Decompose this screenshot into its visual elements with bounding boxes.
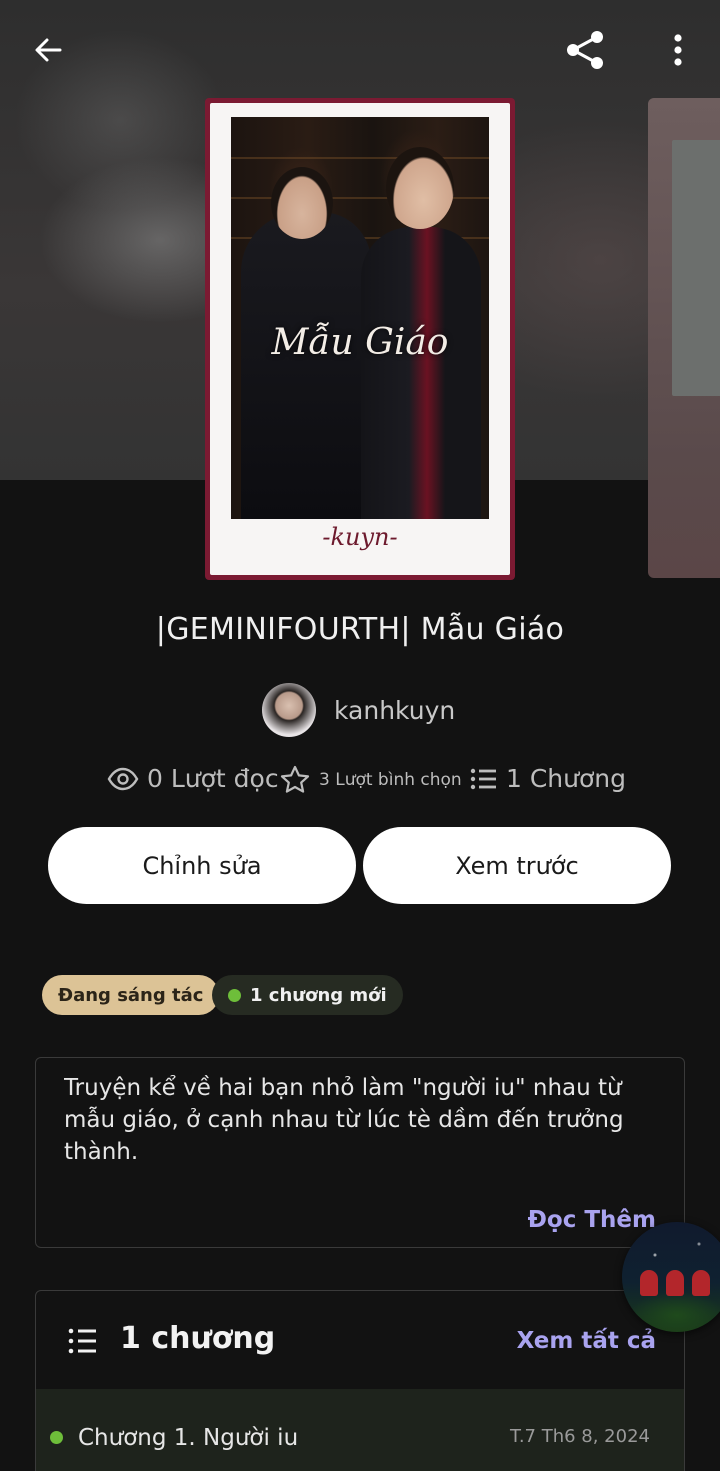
part-date: T.7 Th6 8, 2024 [509, 1426, 650, 1447]
description-text: Truyện kể về hai bạn nhỏ làm "người iu" … [64, 1075, 624, 1165]
story-title: |GEMINIFOURTH| Mẫu Giáo [155, 612, 565, 647]
reads-stat: 0 Lượt đọc [107, 764, 279, 793]
reads-count: 0 Lượt đọc [147, 764, 279, 793]
share-button[interactable] [560, 24, 612, 76]
share-icon [567, 31, 603, 69]
list-icon [470, 768, 496, 789]
part-title: Chương 1. Người iu [78, 1425, 299, 1451]
next-story-cover-peek[interactable] [648, 98, 720, 578]
list-icon [68, 1328, 96, 1354]
avatar[interactable] [262, 683, 316, 737]
new-parts-label: 1 chương mới [250, 984, 387, 1006]
cover-figure-right [361, 227, 481, 519]
status-badge: Đang sáng tác [42, 975, 220, 1015]
edit-button[interactable]: Chỉnh sửa [48, 827, 356, 904]
cover-figure-left [241, 212, 371, 519]
votes-stat: 3 Lượt bình chọn [279, 764, 462, 796]
toc-header: 1 chương Xem tất cả [36, 1291, 684, 1389]
status-badge-label: Đang sáng tác [58, 984, 204, 1006]
eye-icon [107, 767, 139, 790]
cover-figure-left-head [271, 167, 333, 239]
more-options-button[interactable] [652, 24, 704, 76]
new-parts-badge: 1 chương mới [212, 975, 403, 1015]
new-indicator-dot [228, 988, 241, 1002]
back-button[interactable] [22, 24, 74, 76]
cover-photo: Mẫu Giáo [231, 117, 489, 519]
cover-title-art: Mẫu Giáo [271, 322, 449, 363]
see-all-link[interactable]: Xem tất cả [517, 1328, 656, 1354]
story-stats: 0 Lượt đọc 3 Lượt bình chọn 1 Chương [0, 764, 720, 804]
parts-stat: 1 Chương [470, 764, 626, 793]
star-icon [280, 765, 310, 793]
story-cover[interactable]: Mẫu Giáo -kuyn- [205, 98, 515, 580]
toc-count: 1 chương [120, 1321, 276, 1356]
preview-button[interactable]: Xem trước [363, 827, 671, 904]
parts-count: 1 Chương [506, 764, 627, 793]
cover-figure-right-head [386, 147, 454, 229]
cover-author-art: -kuyn- [322, 523, 398, 551]
author-link[interactable]: kanhkuyn [262, 683, 455, 737]
table-of-contents: 1 chương Xem tất cả Chương 1. Người iu T… [35, 1290, 685, 1471]
votes-count: 3 Lượt bình chọn [319, 770, 462, 790]
list-item[interactable]: Chương 1. Người iu T.7 Th6 8, 2024 [36, 1389, 684, 1471]
author-name[interactable]: kanhkuyn [334, 696, 455, 725]
description-box[interactable]: Truyện kể về hai bạn nhỏ làm "người iu" … [35, 1057, 685, 1248]
more-vertical-icon [674, 34, 682, 66]
new-indicator-dot [50, 1431, 63, 1444]
read-more-link[interactable]: Đọc Thêm [487, 1207, 656, 1233]
cover-frame: Mẫu Giáo -kuyn- [210, 103, 510, 575]
back-arrow-icon [35, 38, 62, 62]
